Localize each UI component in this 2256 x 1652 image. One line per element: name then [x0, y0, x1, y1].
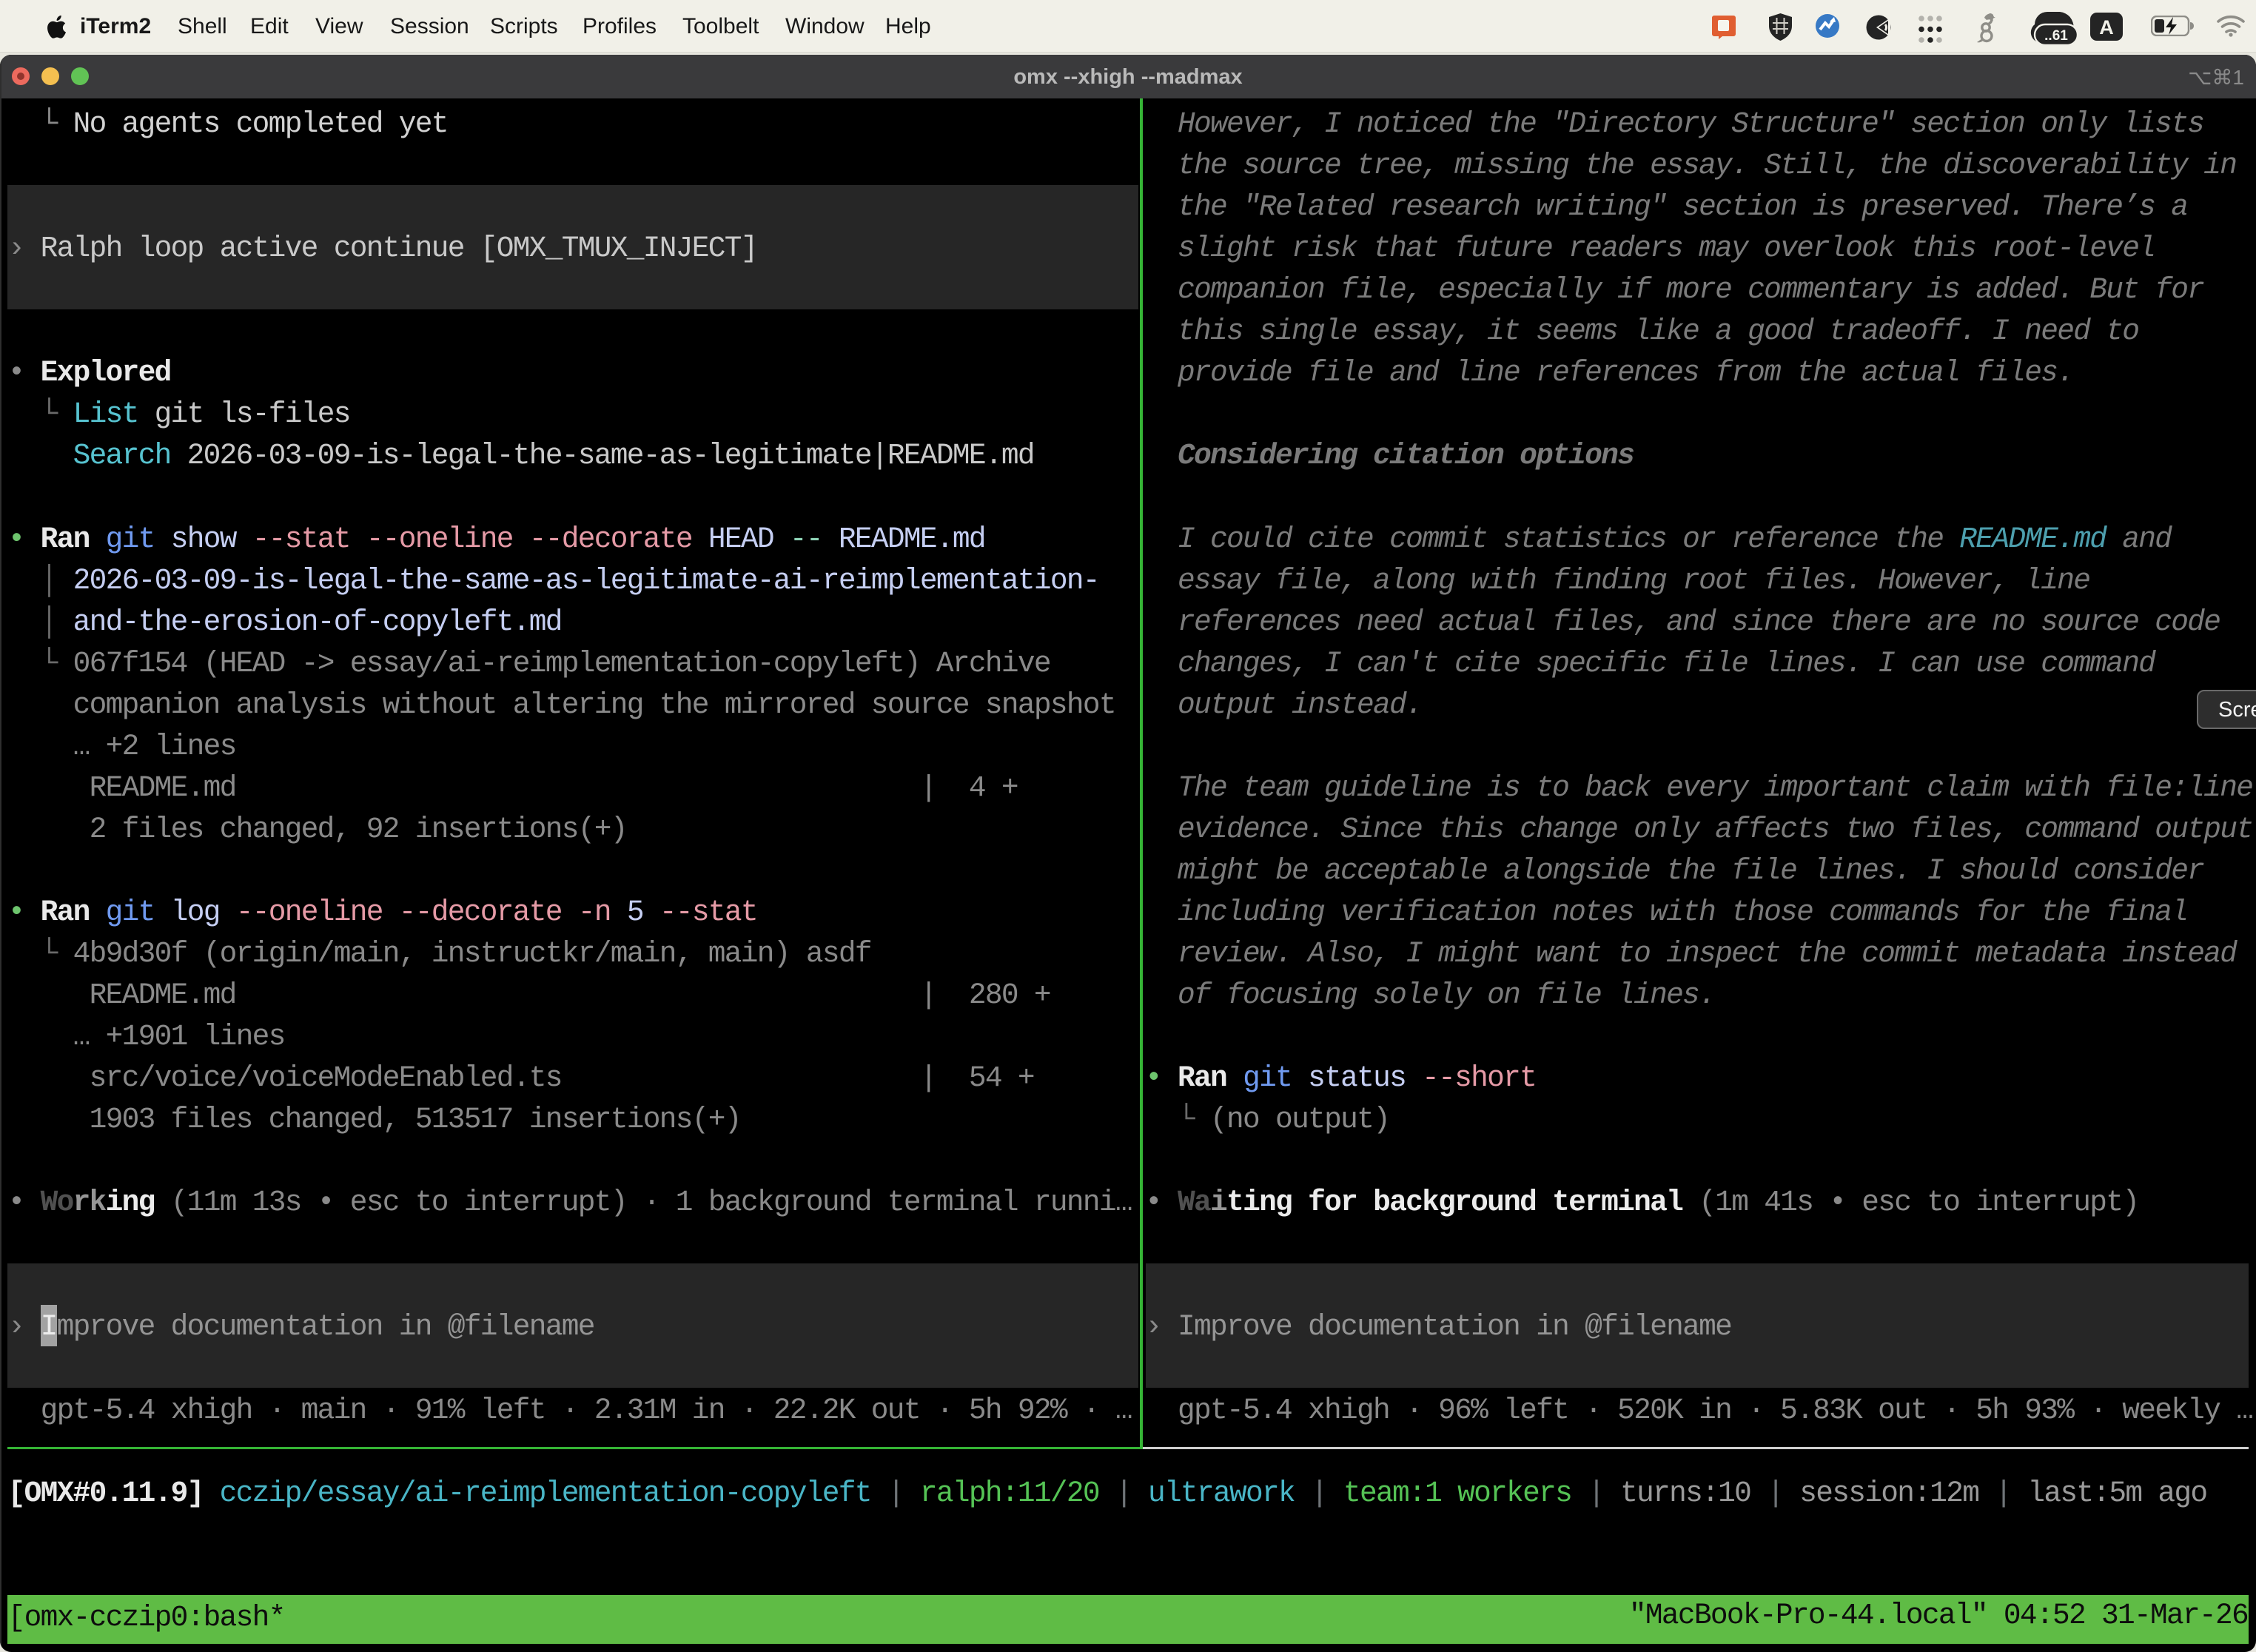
svg-text:..61: ..61 [2044, 28, 2068, 44]
svg-text:A: A [2099, 16, 2114, 38]
